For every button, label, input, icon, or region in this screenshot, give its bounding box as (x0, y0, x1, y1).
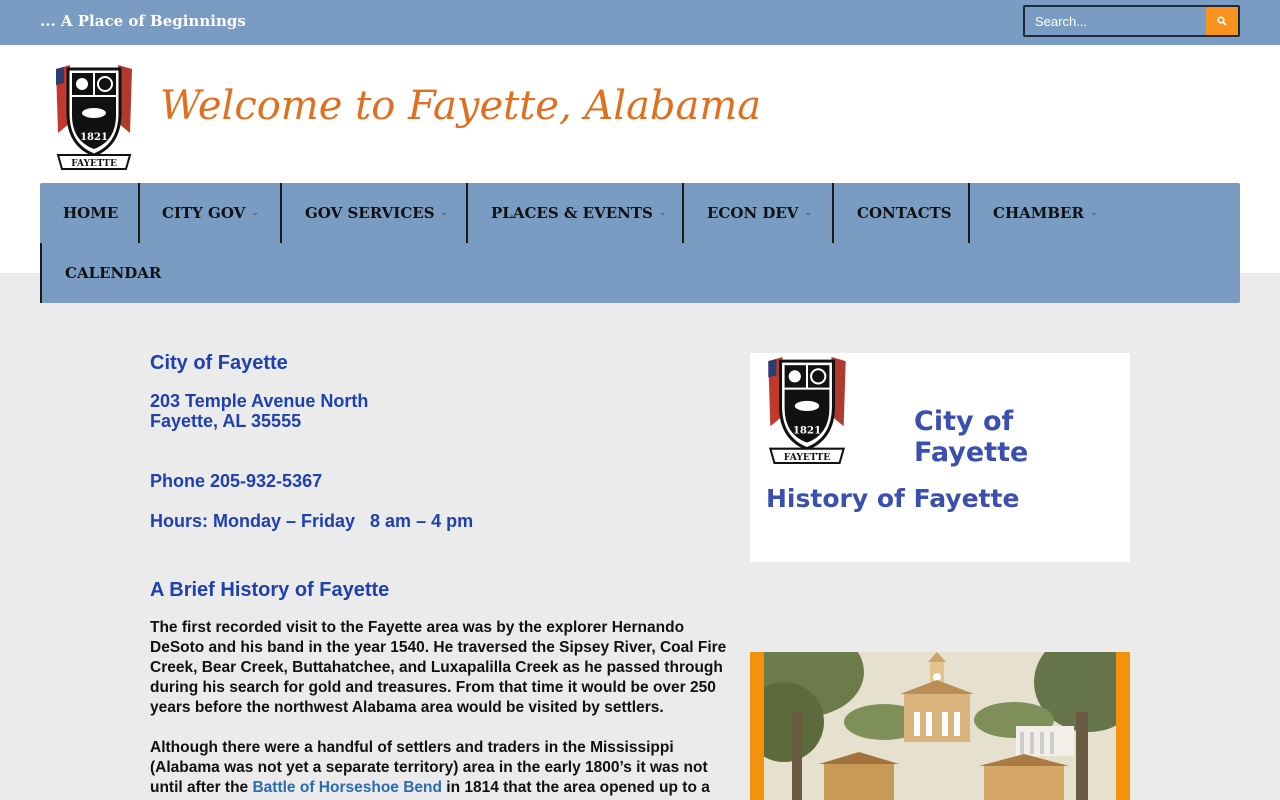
logo-banner: FAYETTE (71, 159, 117, 169)
phone-number: Phone 205-932-5367 (150, 471, 323, 491)
nav-item-home[interactable]: HOME (63, 183, 118, 243)
main-nav: HOME CITY GOV ⌄ GOV SERVICES ⌄ PLACES & EV… (40, 183, 1240, 303)
nav-item-contacts[interactable]: CONTACTS (857, 183, 952, 243)
nav-item-econ-dev[interactable]: ECON DEV ⌄ (707, 183, 812, 243)
chevron-down-icon: ⌄ (440, 208, 449, 218)
nav-divider (968, 183, 970, 243)
nav-item-city-gov[interactable]: CITY GOV ⌄ (162, 183, 259, 243)
panel-title: City of Fayette (914, 406, 1029, 468)
nav-item-label: PLACES & EVENTS (491, 204, 653, 222)
nav-item-label: CHAMBER (993, 204, 1084, 222)
nav-item-label: GOV SERVICES (305, 204, 435, 222)
history-heading: A Brief History of Fayette (150, 579, 390, 601)
search-box (1023, 5, 1240, 37)
chevron-down-icon: ⌄ (658, 208, 667, 218)
contact-heading: City of Fayette (150, 352, 288, 374)
top-bar: ... A Place of Beginnings (0, 0, 1280, 45)
main-content: City of Fayette 203 Temple Avenue North … (150, 350, 740, 798)
chevron-down-icon: ⌄ (804, 208, 812, 218)
nav-item-label: CALENDAR (65, 264, 162, 282)
office-hours: Hours: Monday – Friday 8 am – 4 pm (150, 511, 474, 531)
seal-year: 1821 (793, 424, 821, 436)
search-icon (1217, 16, 1227, 26)
nav-item-label: CITY GOV (162, 204, 246, 222)
paragraph-text: in 1814 that the area opened up to a (441, 779, 710, 796)
search-button[interactable] (1206, 7, 1238, 35)
chevron-down-icon: ⌄ (1089, 208, 1098, 218)
history-paragraph: The first recorded visit to the Fayette … (150, 619, 727, 716)
courthouse-painting (750, 652, 1130, 800)
nav-item-places-events[interactable]: PLACES & EVENTS ⌄ (491, 183, 666, 243)
nav-item-calendar[interactable]: CALENDAR (65, 243, 161, 303)
nav-divider (40, 243, 42, 303)
courthouse-illustration (764, 652, 1116, 800)
nav-item-gov-services[interactable]: GOV SERVICES ⌄ (305, 183, 448, 243)
nav-item-label: HOME (63, 204, 119, 222)
nav-item-chamber[interactable]: CHAMBER ⌄ (993, 183, 1097, 243)
nav-divider (138, 183, 140, 243)
city-seal-image: 1821 FAYETTE (768, 357, 846, 464)
panel-subtitle: History of Fayette (766, 484, 1020, 513)
nav-divider (466, 183, 468, 243)
nav-divider (832, 183, 834, 243)
nav-item-label: ECON DEV (707, 204, 799, 222)
chevron-down-icon: ⌄ (251, 208, 259, 218)
site-title[interactable]: Welcome to Fayette, Alabama (160, 83, 761, 129)
history-side-panel: 1821 FAYETTE City of Fayette History of … (750, 353, 1130, 562)
nav-item-label: CONTACTS (857, 204, 952, 222)
nav-divider (280, 183, 282, 243)
nav-divider (682, 183, 684, 243)
horseshoe-bend-link[interactable]: Battle of Horseshoe Bend (252, 779, 441, 796)
address-line-1: 203 Temple Avenue North (150, 391, 369, 411)
logo-year: 1821 (80, 132, 108, 143)
tagline: ... A Place of Beginnings (40, 12, 246, 30)
search-input[interactable] (1025, 7, 1208, 35)
address-line-2: Fayette, AL 35555 (150, 411, 302, 431)
seal-banner: FAYETTE (784, 452, 830, 463)
city-seal-logo[interactable]: 1821 FAYETTE (48, 63, 140, 171)
history-paragraph: Although there were a handful of settler… (150, 738, 740, 798)
